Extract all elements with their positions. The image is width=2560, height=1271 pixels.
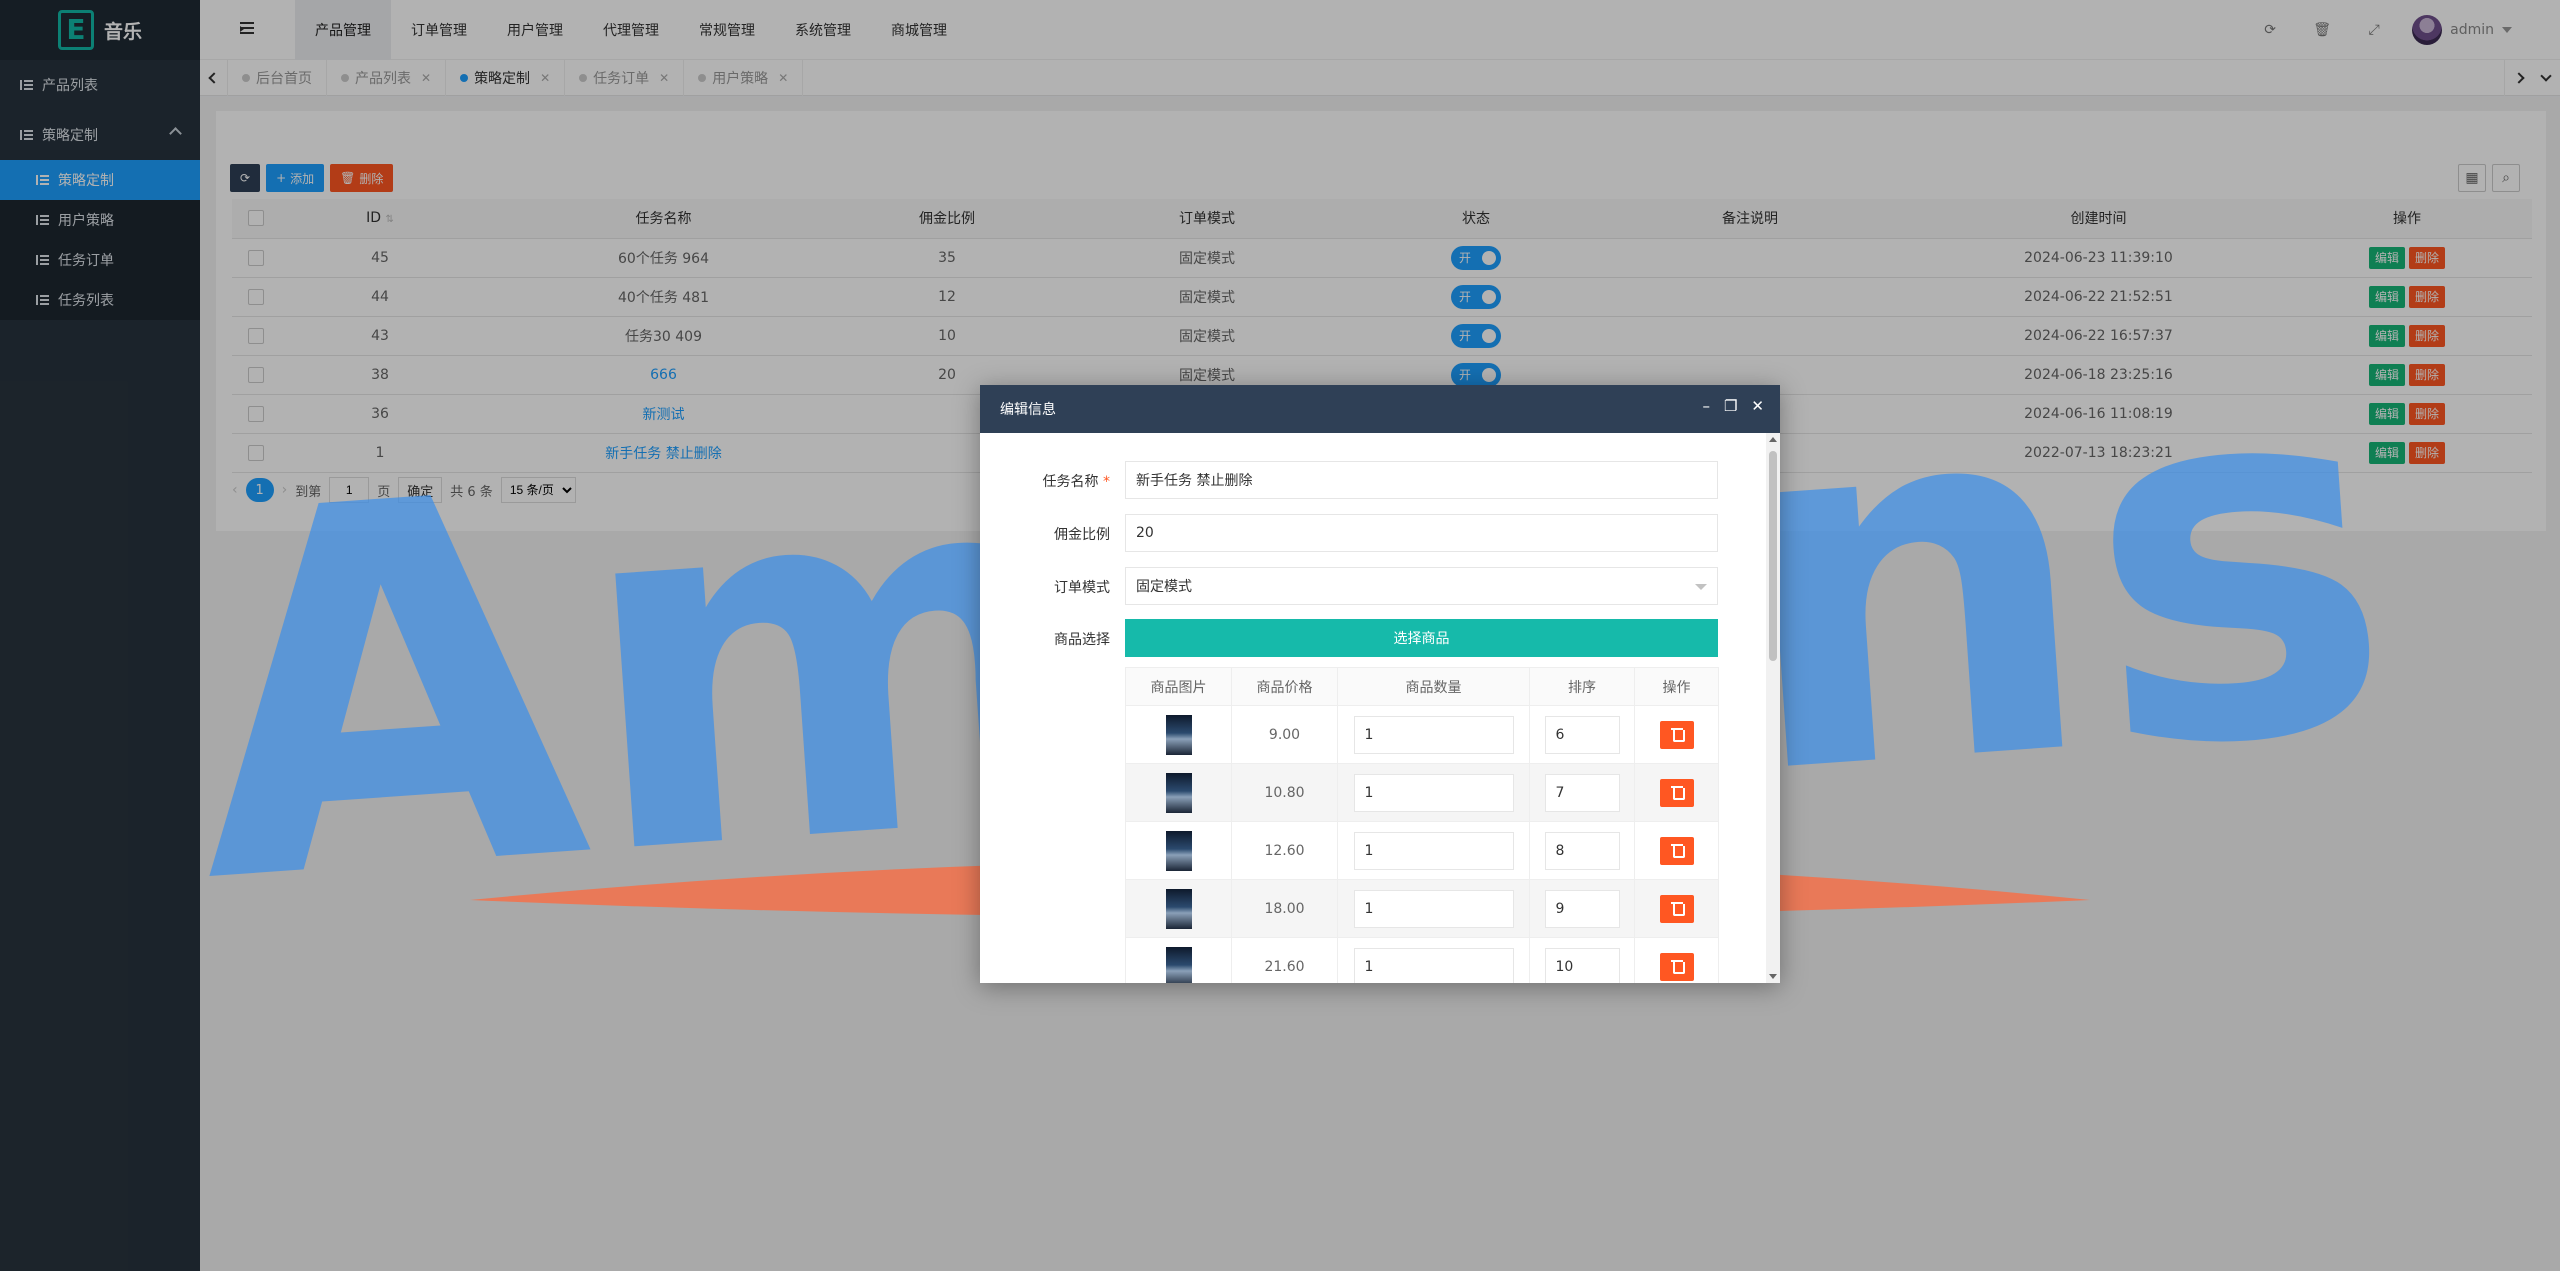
form-row-mode: 订单模式 固定模式 xyxy=(980,567,1766,605)
modal-body: 任务名称 * 新手任务 禁止删除 佣金比例 20 订单模式 固定模式 商品选择 … xyxy=(980,433,1766,983)
scroll-down-icon[interactable] xyxy=(1769,974,1777,979)
modal-scrollbar[interactable] xyxy=(1766,433,1780,983)
form-label: 任务名称 * xyxy=(980,471,1120,491)
col-price: 商品价格 xyxy=(1231,667,1338,706)
edit-modal: 编辑信息 – ❐ ✕ 任务名称 * 新手任务 禁止删除 佣金比例 20 订单模式… xyxy=(980,385,1780,983)
goods-image-cell xyxy=(1125,821,1232,880)
goods-price: 21.60 xyxy=(1231,937,1338,983)
form-label: 商品选择 xyxy=(1054,632,1110,648)
goods-price: 18.00 xyxy=(1231,879,1338,938)
goods-image-cell xyxy=(1125,937,1232,983)
select-goods-button[interactable]: 选择商品 xyxy=(1125,619,1718,657)
goods-sort-input[interactable]: 10 xyxy=(1544,947,1620,983)
goods-table: 商品图片 商品价格 商品数量 排序 操作 9.00 1 6 10.80 1 7 … xyxy=(1125,667,1719,983)
col-qty: 商品数量 xyxy=(1337,667,1530,706)
goods-qty-cell: 1 xyxy=(1337,879,1530,938)
modal-title: 编辑信息 xyxy=(1000,402,1056,418)
goods-sort-input[interactable]: 8 xyxy=(1544,831,1620,870)
goods-image-cell xyxy=(1125,879,1232,938)
goods-row: 10.80 1 7 xyxy=(1125,763,1719,822)
goods-thumbnail xyxy=(1165,714,1192,755)
goods-price: 12.60 xyxy=(1231,821,1338,880)
goods-qty-cell: 1 xyxy=(1337,705,1530,764)
goods-image-cell xyxy=(1125,763,1232,822)
goods-sort-cell: 10 xyxy=(1529,937,1635,983)
goods-qty-cell: 1 xyxy=(1337,821,1530,880)
goods-qty-input[interactable]: 1 xyxy=(1353,889,1514,928)
col-image: 商品图片 xyxy=(1125,667,1232,706)
goods-ops-cell xyxy=(1634,705,1719,764)
goods-thumbnail xyxy=(1165,888,1192,929)
trash-icon[interactable] xyxy=(1659,720,1694,749)
goods-qty-input[interactable]: 1 xyxy=(1353,715,1514,754)
goods-qty-input[interactable]: 1 xyxy=(1353,831,1514,870)
form-row-goods: 商品选择 选择商品 xyxy=(980,619,1766,657)
caret-down-icon xyxy=(1695,584,1707,590)
goods-row: 18.00 1 9 xyxy=(1125,879,1719,938)
trash-icon[interactable] xyxy=(1659,778,1694,807)
trash-icon[interactable] xyxy=(1659,952,1694,981)
goods-qty-cell: 1 xyxy=(1337,937,1530,983)
goods-qty-cell: 1 xyxy=(1337,763,1530,822)
col-sort: 排序 xyxy=(1529,667,1635,706)
goods-row: 9.00 1 6 xyxy=(1125,705,1719,764)
goods-thumbnail xyxy=(1165,772,1192,813)
goods-thumbnail xyxy=(1165,946,1192,983)
maximize-icon[interactable]: ❐ xyxy=(1724,397,1737,415)
goods-sort-input[interactable]: 9 xyxy=(1544,889,1620,928)
form-label: 订单模式 xyxy=(1054,580,1110,596)
modal-header: 编辑信息 – ❐ ✕ xyxy=(980,385,1780,433)
modal-controls: – ❐ ✕ xyxy=(1702,397,1764,415)
goods-thumbnail xyxy=(1165,830,1192,871)
form-row-name: 任务名称 * 新手任务 禁止删除 xyxy=(980,461,1766,499)
goods-sort-input[interactable]: 7 xyxy=(1544,773,1620,812)
close-icon[interactable]: ✕ xyxy=(1751,397,1764,415)
goods-ops-cell xyxy=(1634,937,1719,983)
goods-header: 商品图片 商品价格 商品数量 排序 操作 xyxy=(1125,667,1719,706)
goods-qty-input[interactable]: 1 xyxy=(1353,947,1514,983)
col-ops: 操作 xyxy=(1634,667,1719,706)
form-label: 佣金比例 xyxy=(1054,527,1110,543)
form-row-commission: 佣金比例 20 xyxy=(980,514,1766,552)
trash-icon[interactable] xyxy=(1659,836,1694,865)
minimize-icon[interactable]: – xyxy=(1702,397,1710,415)
goods-sort-cell: 7 xyxy=(1529,763,1635,822)
goods-image-cell xyxy=(1125,705,1232,764)
order-mode-select[interactable]: 固定模式 xyxy=(1125,567,1718,605)
goods-row: 12.60 1 8 xyxy=(1125,821,1719,880)
goods-ops-cell xyxy=(1634,821,1719,880)
goods-ops-cell xyxy=(1634,763,1719,822)
task-name-input[interactable]: 新手任务 禁止删除 xyxy=(1125,461,1718,499)
goods-sort-input[interactable]: 6 xyxy=(1544,715,1620,754)
goods-ops-cell xyxy=(1634,879,1719,938)
select-value: 固定模式 xyxy=(1136,579,1192,595)
goods-price: 9.00 xyxy=(1231,705,1338,764)
goods-qty-input[interactable]: 1 xyxy=(1353,773,1514,812)
required-mark: * xyxy=(1103,474,1110,490)
goods-row: 21.60 1 10 xyxy=(1125,937,1719,983)
goods-sort-cell: 6 xyxy=(1529,705,1635,764)
goods-sort-cell: 9 xyxy=(1529,879,1635,938)
goods-price: 10.80 xyxy=(1231,763,1338,822)
commission-input[interactable]: 20 xyxy=(1125,514,1718,552)
trash-icon[interactable] xyxy=(1659,894,1694,923)
scroll-up-icon[interactable] xyxy=(1769,437,1777,442)
label-text: 任务名称 xyxy=(1042,474,1099,490)
scroll-thumb[interactable] xyxy=(1769,451,1777,661)
goods-sort-cell: 8 xyxy=(1529,821,1635,880)
